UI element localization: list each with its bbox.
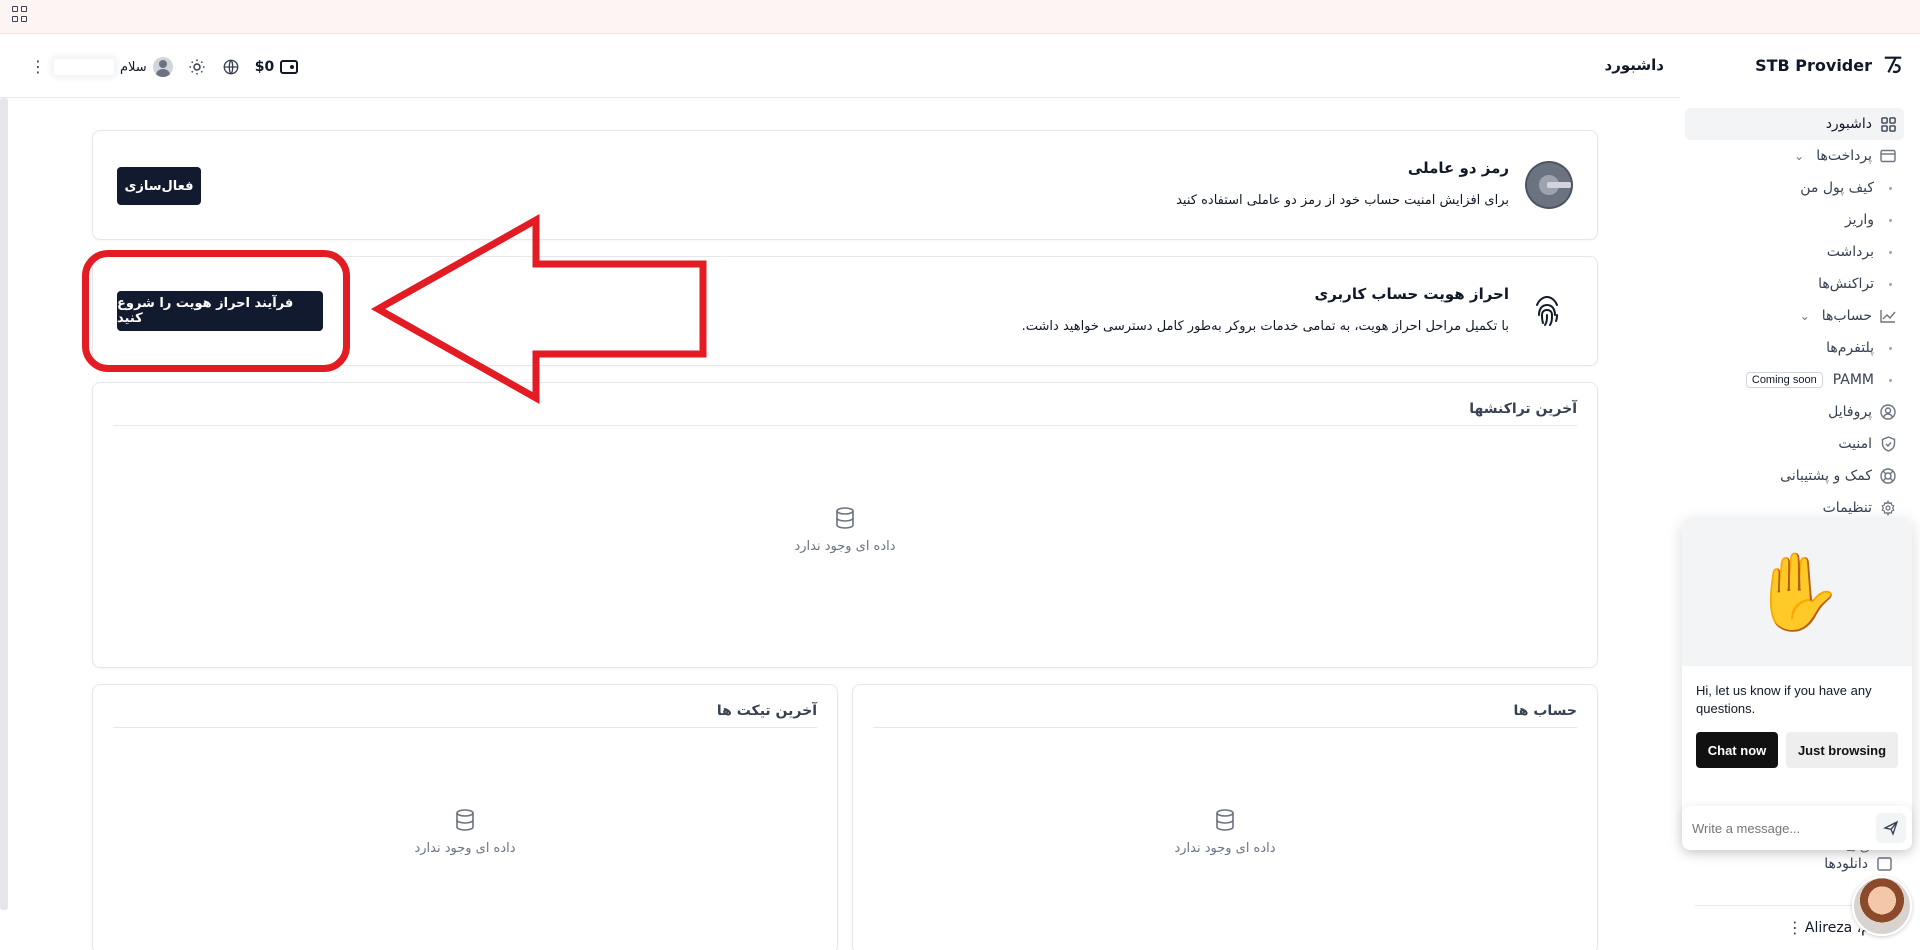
divider — [113, 727, 817, 728]
sidebar-subitem-platforms[interactable]: پلتفرم‌ها — [1695, 332, 1900, 364]
sidebar-item-label: داشبورد — [1825, 116, 1872, 132]
user-avatar-icon — [152, 57, 173, 77]
sidebar-item-label: تنظیمات — [1822, 500, 1872, 516]
divider — [873, 727, 1577, 728]
download-icon — [1876, 856, 1892, 872]
sidebar-item-downloads[interactable]: دانلودها — [1824, 856, 1892, 872]
chat-widget: ✋ Hi, let us know if you have any questi… — [1682, 518, 1912, 848]
two-factor-card: رمز دو عاملی برای افزایش امنیت حساب خود … — [92, 130, 1598, 240]
just-browsing-button[interactable]: Just browsing — [1786, 732, 1898, 768]
empty-state: داده ای وجود ندارد — [93, 507, 1597, 554]
accounts-card: حساب ها داده ای وجود ندارد — [852, 684, 1598, 950]
top-header: داشبورد ⋮ سلام $0 — [0, 34, 1680, 98]
wallet-balance[interactable]: $0 — [254, 59, 299, 75]
dashboard-grid-icon — [1880, 116, 1896, 132]
empty-text: داده ای وجود ندارد — [1174, 841, 1276, 856]
gear-icon — [1880, 500, 1896, 516]
sidebar-item-payments[interactable]: پرداخت‌ها ⌄ — [1695, 140, 1900, 172]
accounts-title: حساب ها — [1513, 703, 1578, 719]
brand-name: STB Provider — [1755, 55, 1872, 75]
chat-message-input[interactable] — [1692, 820, 1872, 836]
sidebar-item-label: پرداخت‌ها — [1816, 148, 1872, 164]
sidebar-subitem-transactions[interactable]: تراکنش‌ها — [1695, 268, 1900, 300]
brand-logo-icon — [1884, 56, 1902, 74]
support-agent-avatar[interactable] — [1852, 876, 1912, 936]
empty-state: داده ای وجود ندارد — [853, 809, 1597, 856]
sidebar-subitem-wallet[interactable]: کیف پول من — [1695, 172, 1900, 204]
waving-hand-icon: ✋ — [1682, 518, 1912, 666]
sidebar-item-accounts[interactable]: حساب‌ها ⌄ — [1695, 300, 1900, 332]
divider — [113, 425, 1577, 426]
user-menu[interactable]: سلام — [54, 57, 173, 77]
annotation-highlight-box — [82, 250, 350, 372]
chevron-down-icon[interactable]: ⌄ — [1800, 309, 1810, 323]
database-icon — [456, 809, 474, 831]
more-vertical-icon[interactable]: ⋮ — [30, 59, 46, 75]
empty-text: داده ای وجود ندارد — [414, 841, 516, 856]
two-factor-title: رمز دو عاملی — [1407, 159, 1509, 177]
sidebar-item-label: حساب‌ها — [1821, 308, 1872, 324]
shield-icon — [1880, 436, 1896, 452]
sidebar-item-label: امنیت — [1838, 436, 1872, 452]
chat-actions: Chat now Just browsing — [1682, 718, 1912, 768]
page-scrollbar[interactable] — [0, 98, 8, 910]
sidebar-item-dashboard[interactable]: داشبورد — [1685, 108, 1904, 140]
chevron-down-icon[interactable]: ⌄ — [1794, 149, 1804, 163]
annotation-arrow-icon — [370, 214, 707, 404]
send-icon[interactable] — [1876, 813, 1906, 843]
sidebar-subitem-pamm[interactable]: PAMM Coming soon — [1695, 364, 1900, 396]
latest-transactions-card: آخرین تراکنشها داده ای وجود ندارد — [92, 382, 1598, 668]
wallet-icon — [280, 60, 299, 74]
sidebar-item-label: کمک و پشتیبانی — [1780, 468, 1872, 484]
database-icon — [836, 507, 854, 529]
user-circle-icon — [1880, 404, 1896, 420]
greeting-text: سلام — [120, 59, 147, 75]
sidebar-item-support[interactable]: کمک و پشتیبانی — [1695, 460, 1900, 492]
two-factor-description: برای افزایش امنیت حساب خود از رمز دو عام… — [1176, 193, 1509, 208]
sidebar-item-security[interactable]: امنیت — [1695, 428, 1900, 460]
sidebar-nav: داشبورد پرداخت‌ها ⌄ کیف پول من واریز برد… — [1685, 108, 1904, 524]
authenticator-icon — [1525, 161, 1573, 209]
balance-amount: $0 — [254, 59, 275, 75]
coming-soon-badge: Coming soon — [1745, 372, 1823, 388]
activate-2fa-button[interactable]: فعال‌سازی — [117, 167, 201, 205]
page-title: داشبورد — [1604, 56, 1664, 74]
header-actions: ⋮ سلام $0 — [30, 54, 299, 80]
sidebar-subitem-withdraw[interactable]: برداشت — [1695, 236, 1900, 268]
kyc-title: احراز هویت حساب کاربری — [1314, 285, 1509, 303]
sidebar-item-profile[interactable]: پروفایل — [1695, 396, 1900, 428]
empty-text: داده ای وجود ندارد — [794, 539, 896, 554]
chat-greeting: Hi, let us know if you have any question… — [1696, 683, 1872, 716]
lifebuoy-icon — [1880, 468, 1896, 484]
sidebar-item-label: پروفایل — [1828, 404, 1872, 420]
chat-now-button[interactable]: Chat now — [1696, 732, 1778, 768]
empty-state: داده ای وجود ندارد — [93, 809, 837, 856]
more-vertical-icon[interactable]: ⋮ — [1787, 920, 1803, 936]
sun-icon[interactable] — [187, 57, 207, 77]
database-icon — [1216, 809, 1234, 831]
sidebar-item-label: دانلودها — [1824, 856, 1868, 872]
kyc-description: با تکمیل مراحل احراز هویت، به تمامی خدما… — [1021, 319, 1509, 334]
browser-top-strip — [0, 0, 1920, 34]
chat-input-row — [1682, 806, 1912, 850]
pamm-label: PAMM — [1832, 372, 1874, 388]
apps-grid-icon[interactable] — [12, 6, 28, 22]
globe-icon[interactable] — [221, 57, 241, 77]
credit-card-icon — [1880, 148, 1896, 164]
blurred-username — [54, 59, 114, 75]
chart-line-icon — [1880, 308, 1896, 324]
brand[interactable]: STB Provider — [1755, 54, 1904, 76]
tickets-title: آخرین تیکت ها — [716, 703, 817, 719]
transactions-title: آخرین تراکنشها — [1469, 401, 1577, 417]
sidebar-subitem-deposit[interactable]: واریز — [1695, 204, 1900, 236]
latest-tickets-card: آخرین تیکت ها داده ای وجود ندارد — [92, 684, 838, 950]
fingerprint-icon — [1536, 295, 1558, 326]
